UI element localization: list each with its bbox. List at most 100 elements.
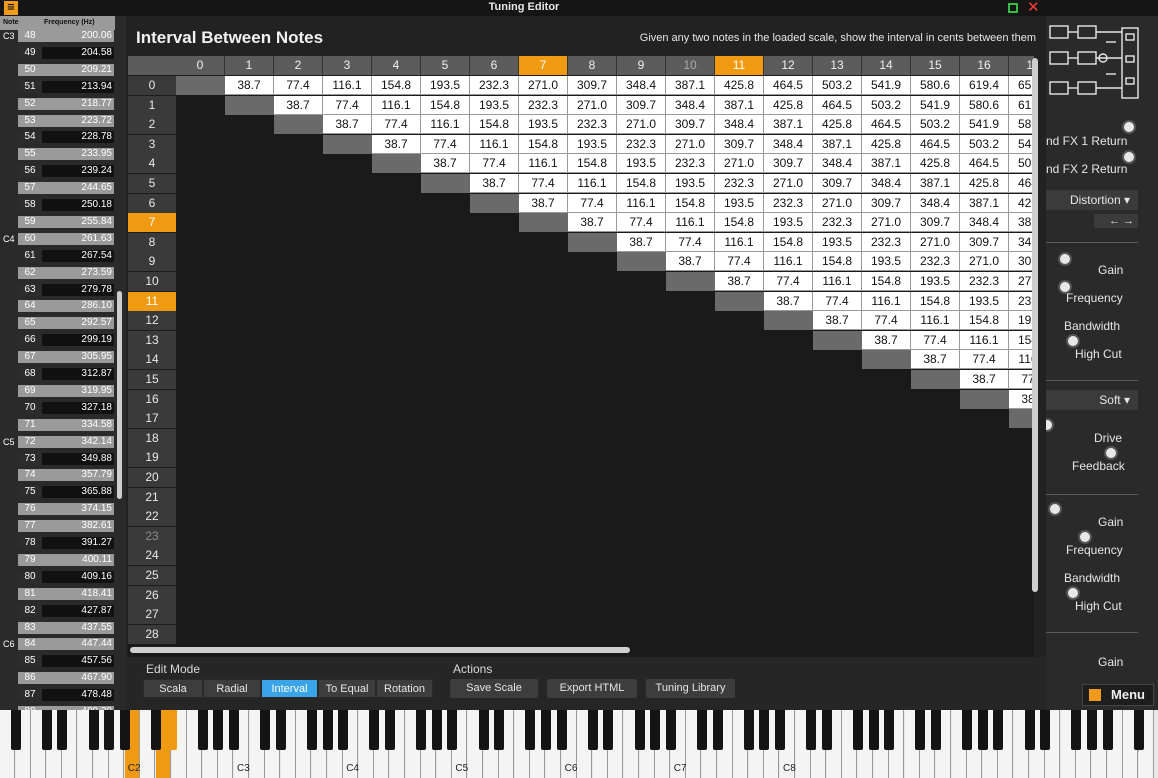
black-key[interactable] <box>634 710 645 750</box>
frequency-row[interactable]: 73 349.88 <box>0 452 115 465</box>
mode-to-equal-button[interactable]: To Equal <box>318 679 376 698</box>
interval-cell[interactable]: 154.8 <box>715 213 764 233</box>
interval-cell[interactable]: 271.0 <box>1009 272 1034 291</box>
black-key[interactable] <box>385 710 395 750</box>
interval-cell[interactable]: 38.7 <box>1009 389 1034 409</box>
interval-cell[interactable]: 77.4 <box>666 232 715 252</box>
interval-cell[interactable]: 387.1 <box>1009 213 1034 233</box>
interval-cell[interactable]: 503.2 <box>813 76 862 95</box>
diagonal-cell[interactable] <box>225 95 274 115</box>
interval-cell[interactable]: 116.1 <box>911 311 960 331</box>
interval-cell[interactable]: 425.8 <box>862 134 911 154</box>
diagonal-cell[interactable] <box>715 291 764 311</box>
frequency-row[interactable]: 64 286.10 <box>0 300 115 313</box>
interval-cell[interactable]: 232.3 <box>764 193 813 213</box>
interval-cell[interactable]: 77.4 <box>617 213 666 233</box>
interval-cell[interactable]: 154.8 <box>519 134 568 154</box>
interval-cell[interactable]: 116.1 <box>470 134 519 154</box>
frequency-row[interactable]: 87 478.48 <box>0 689 115 702</box>
frequency-row[interactable]: 53 223.72 <box>0 114 115 127</box>
diagonal-cell[interactable] <box>960 389 1009 409</box>
black-key[interactable] <box>307 710 317 750</box>
interval-cell[interactable]: 77.4 <box>715 252 764 272</box>
interval-cell[interactable]: 503.2 <box>911 115 960 135</box>
diagonal-cell[interactable] <box>421 174 470 193</box>
interval-cell[interactable]: 193.5 <box>960 291 1009 311</box>
interval-cell[interactable]: 464.5 <box>1009 174 1034 193</box>
interval-cell[interactable]: 232.3 <box>911 252 960 272</box>
interval-cell[interactable]: 387.1 <box>715 95 764 115</box>
interval-cell[interactable]: 38.7 <box>372 134 421 154</box>
gain-knob[interactable] <box>1048 502 1062 516</box>
interval-cell[interactable]: 193.5 <box>470 95 519 115</box>
row-header[interactable]: 18 <box>128 428 176 448</box>
interval-cell[interactable]: 232.3 <box>617 134 666 154</box>
mode-radial-button[interactable]: Radial <box>203 679 261 698</box>
diagonal-cell[interactable] <box>323 134 372 154</box>
frequency-row[interactable]: 76 374.15 <box>0 503 115 516</box>
interval-cell[interactable]: 38.7 <box>960 370 1009 389</box>
frequency-row[interactable]: C6 84 447.44 <box>0 638 115 651</box>
black-key[interactable] <box>806 710 817 750</box>
column-header[interactable]: 2 <box>274 56 323 75</box>
black-key[interactable] <box>541 710 551 750</box>
interval-cell[interactable]: 77.4 <box>274 76 323 95</box>
black-key[interactable] <box>775 710 785 750</box>
frequency-row[interactable]: 74 357.79 <box>0 469 115 482</box>
frequency-row[interactable]: 80 409.16 <box>0 570 115 583</box>
mode-scala-button[interactable]: Scala <box>143 679 203 698</box>
black-key[interactable] <box>556 710 567 750</box>
interval-cell[interactable]: 38.7 <box>470 174 519 193</box>
column-header[interactable]: 1 <box>225 56 274 75</box>
black-key[interactable] <box>338 710 349 750</box>
frequency-row[interactable]: 68 312.87 <box>0 368 115 380</box>
row-header[interactable]: 23 <box>128 526 176 546</box>
interval-cell[interactable]: 116.1 <box>715 232 764 252</box>
feedback-knob[interactable] <box>1104 446 1118 460</box>
diagonal-cell[interactable] <box>274 115 323 135</box>
black-key[interactable] <box>197 710 208 750</box>
interval-cell[interactable]: 77.4 <box>764 272 813 291</box>
interval-cell[interactable]: 193.5 <box>568 134 617 154</box>
column-header[interactable]: 6 <box>470 56 519 75</box>
frequency-knob[interactable] <box>1078 530 1092 544</box>
black-key[interactable] <box>275 710 286 750</box>
interval-cell[interactable]: 271.0 <box>911 232 960 252</box>
diagonal-cell[interactable] <box>862 350 911 370</box>
high-cut-knob[interactable] <box>1066 586 1080 600</box>
interval-cell[interactable]: 154.8 <box>617 174 666 193</box>
row-header[interactable]: 14 <box>128 350 176 370</box>
interval-cell[interactable]: 154.8 <box>960 311 1009 331</box>
black-key[interactable] <box>821 710 832 750</box>
column-header[interactable]: 3 <box>323 56 372 75</box>
interval-cell[interactable]: 271.0 <box>617 115 666 135</box>
row-header[interactable]: 19 <box>128 448 176 468</box>
row-header[interactable]: 13 <box>128 330 176 350</box>
interval-cell[interactable]: 193.5 <box>421 76 470 95</box>
interval-cell[interactable]: 193.5 <box>666 174 715 193</box>
interval-cell[interactable]: 464.5 <box>862 115 911 135</box>
interval-cell[interactable]: 309.7 <box>715 134 764 154</box>
interval-cell[interactable]: 309.7 <box>617 95 666 115</box>
interval-cell[interactable]: 580.6 <box>911 76 960 95</box>
frequency-row[interactable]: C4 60 261.63 <box>0 232 115 245</box>
frequency-row[interactable]: 59 255.84 <box>0 215 115 228</box>
interval-cell[interactable]: 387.1 <box>911 174 960 193</box>
black-key[interactable] <box>743 710 754 750</box>
row-header[interactable]: 15 <box>128 370 176 389</box>
interval-cell[interactable]: 387.1 <box>764 115 813 135</box>
column-header[interactable]: 17 <box>1009 56 1034 75</box>
interval-cell[interactable]: 348.4 <box>813 154 862 174</box>
interval-cell[interactable]: 154.8 <box>372 76 421 95</box>
row-header[interactable]: 12 <box>128 311 176 331</box>
interval-cell[interactable]: 348.4 <box>617 76 666 95</box>
row-header[interactable]: 11 <box>128 291 176 311</box>
interval-cell[interactable]: 193.5 <box>862 252 911 272</box>
frequency-row[interactable]: 79 400.11 <box>0 553 115 566</box>
interval-cell[interactable]: 309.7 <box>813 174 862 193</box>
diagonal-cell[interactable] <box>764 311 813 331</box>
row-header[interactable]: 21 <box>128 487 176 507</box>
interval-cell[interactable]: 232.3 <box>568 115 617 135</box>
interval-cell[interactable]: 38.7 <box>715 272 764 291</box>
frequency-row[interactable]: 70 327.18 <box>0 401 115 414</box>
